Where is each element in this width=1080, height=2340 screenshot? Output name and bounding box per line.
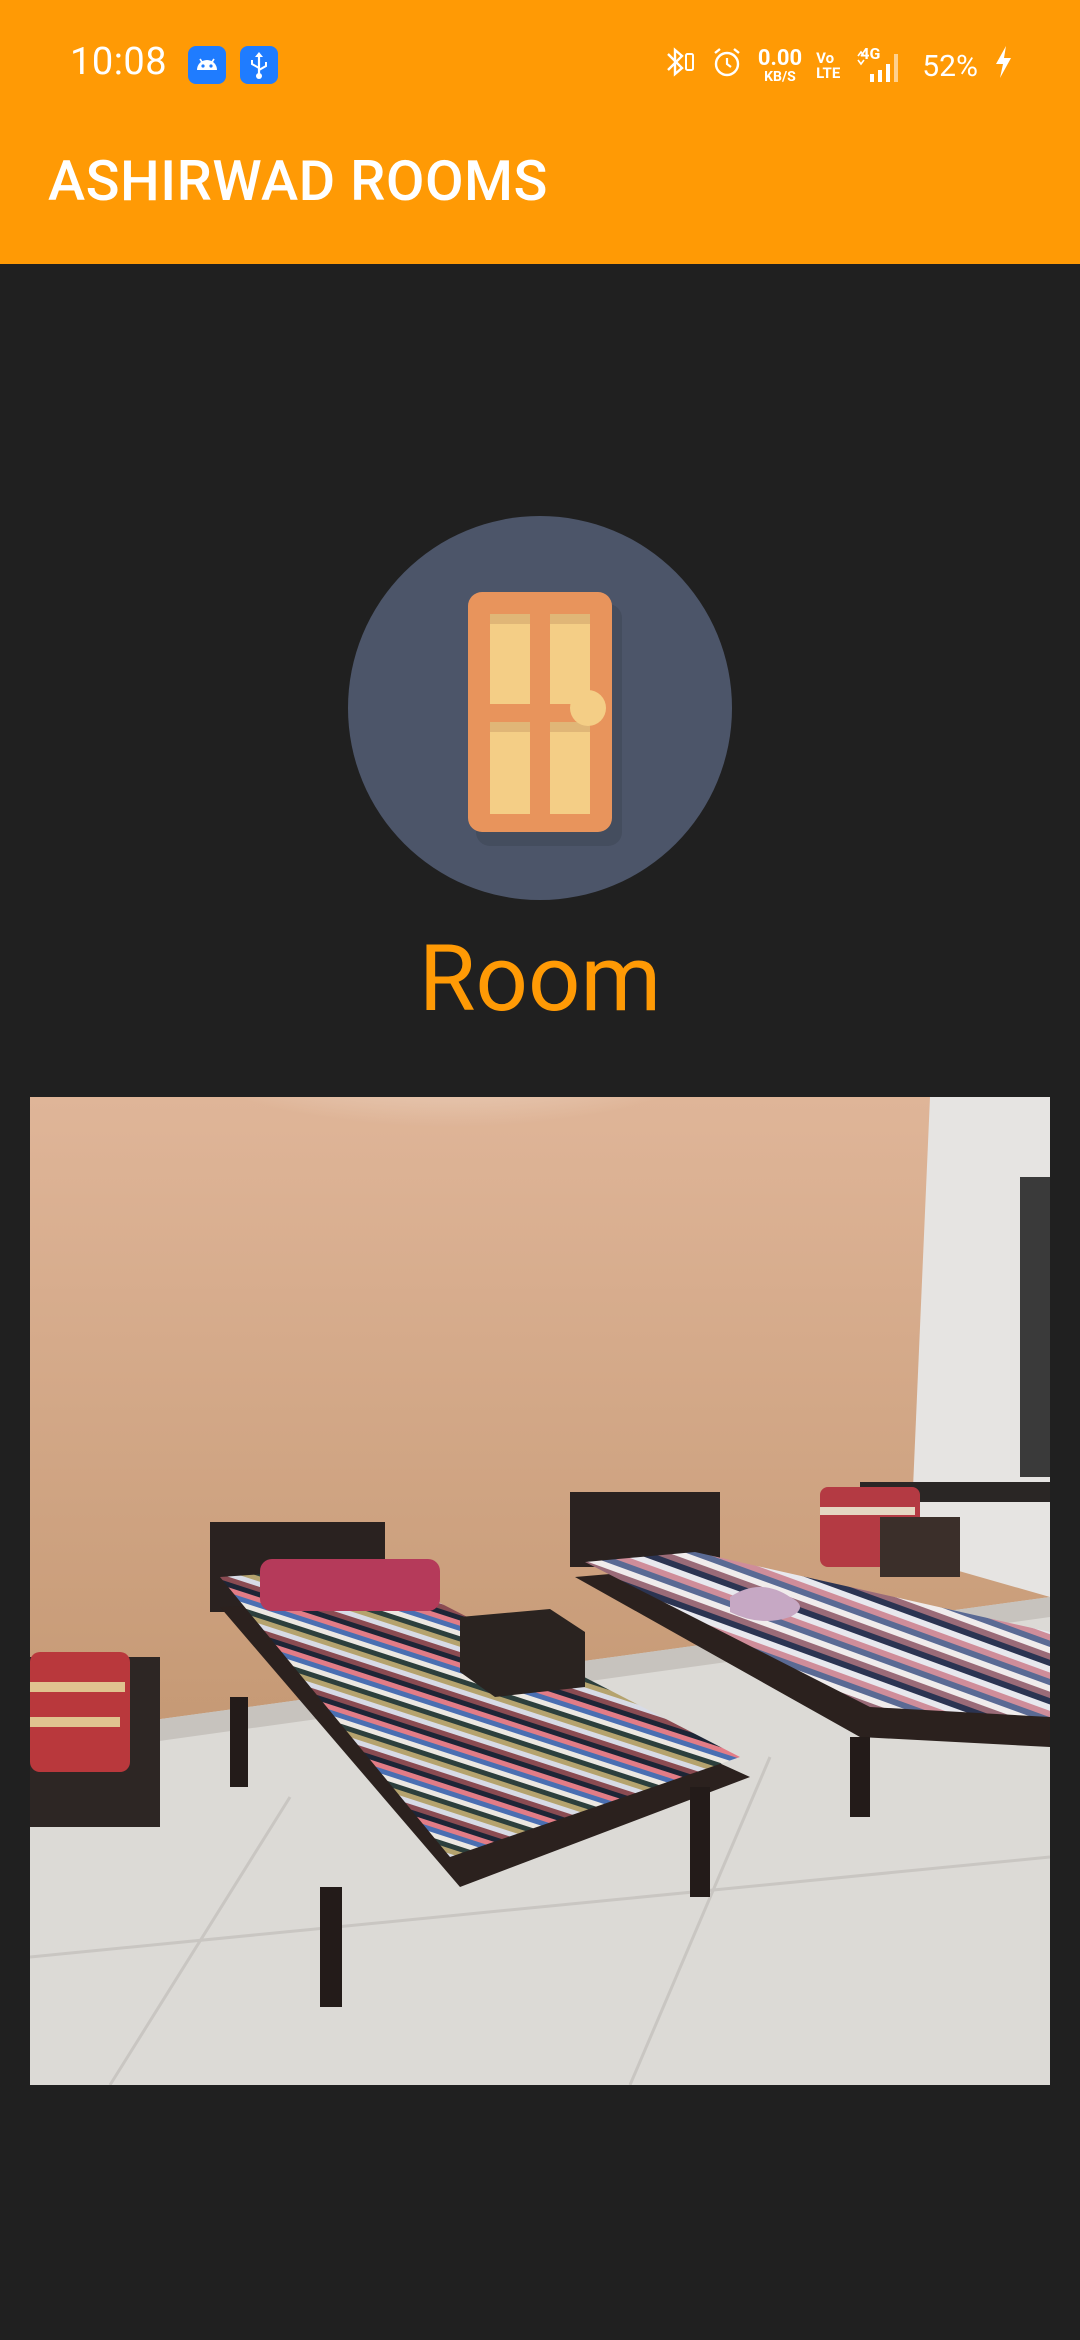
android-debug-icon <box>188 46 226 84</box>
signal-icon: 4G <box>854 44 908 86</box>
room-category-badge <box>348 516 732 900</box>
volte-indicator: Vo LTE <box>816 51 840 81</box>
room-photo[interactable] <box>30 1097 1050 2085</box>
network-speed: 0.00 KB/S <box>757 46 803 85</box>
app-bar: 10:08 0.00 KB/S Vo LTE 4G 52% ASHIRWAD R… <box>0 0 1080 264</box>
status-icons: 0.00 KB/S Vo LTE 4G 52% <box>662 44 1014 88</box>
battery-percent: 52% <box>922 48 978 84</box>
network-speed-value: 0.00 <box>757 46 803 71</box>
volte-bottom: LTE <box>816 64 841 82</box>
usb-icon <box>240 46 278 84</box>
status-bar: 10:08 0.00 KB/S Vo LTE 4G 52% <box>0 0 1080 132</box>
bluetooth-icon <box>662 44 696 88</box>
category-label: Room <box>418 926 662 1033</box>
door-icon <box>468 592 622 846</box>
network-speed-unit: KB/S <box>764 69 796 85</box>
status-time: 10:08 <box>70 40 168 84</box>
alarm-icon <box>710 44 744 88</box>
app-title: ASHIRWAD ROOMS <box>48 148 548 214</box>
charging-icon <box>992 44 1014 88</box>
